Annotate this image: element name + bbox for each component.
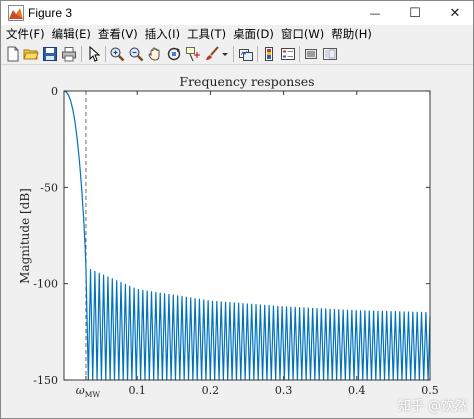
show-plot-tools-button[interactable] bbox=[321, 45, 339, 63]
watermark: 知乎 @饮然 bbox=[397, 399, 467, 414]
omega-mw-tick-label: ωMW bbox=[76, 384, 101, 399]
omega-symbol: ω bbox=[76, 384, 85, 397]
menu-desktop[interactable]: 桌面(D) bbox=[230, 26, 278, 42]
rotate-3d-icon bbox=[167, 47, 181, 61]
frequency-response-chart[interactable]: Frequency responses Magnitude [dB] 0.1 0.… bbox=[1, 66, 473, 418]
window-title: Figure 3 bbox=[28, 6, 73, 20]
close-button[interactable]: ✕ bbox=[437, 1, 473, 25]
toolbar-separator bbox=[105, 46, 106, 62]
data-cursor-icon bbox=[186, 47, 200, 62]
save-icon bbox=[43, 47, 57, 61]
pan-icon bbox=[148, 47, 160, 61]
x-tick-label: 0.3 bbox=[275, 384, 293, 397]
axes-background bbox=[64, 91, 430, 380]
print-icon bbox=[62, 47, 76, 62]
toolbar-separator bbox=[233, 46, 234, 62]
close-icon: ✕ bbox=[449, 5, 461, 21]
menu-file[interactable]: 文件(F) bbox=[3, 26, 49, 42]
title-bar[interactable]: Figure 3 — ☐ ✕ bbox=[1, 1, 473, 25]
x-tick-label: 0.1 bbox=[128, 384, 146, 397]
show-plot-tools-icon bbox=[323, 48, 337, 60]
zoom-out-button[interactable] bbox=[127, 45, 145, 63]
y-tick-label: 0 bbox=[51, 85, 58, 98]
open-file-icon bbox=[23, 49, 39, 60]
matlab-figure-icon bbox=[8, 5, 24, 21]
insert-legend-icon bbox=[281, 48, 295, 60]
insert-legend-button[interactable] bbox=[279, 45, 297, 63]
menu-insert[interactable]: 插入(I) bbox=[142, 26, 184, 42]
new-figure-button[interactable] bbox=[4, 45, 22, 63]
y-tick-label: -100 bbox=[33, 278, 58, 291]
brush-icon bbox=[206, 46, 219, 60]
brush-button[interactable] bbox=[203, 45, 221, 63]
print-button[interactable] bbox=[60, 45, 78, 63]
minimize-button[interactable]: — bbox=[357, 1, 393, 25]
insert-colorbar-icon bbox=[265, 47, 273, 61]
maximize-icon: ☐ bbox=[409, 5, 421, 21]
link-plot-icon bbox=[239, 49, 253, 61]
zoom-in-icon bbox=[110, 47, 125, 62]
save-button[interactable] bbox=[41, 45, 59, 63]
menu-tools[interactable]: 工具(T) bbox=[184, 26, 230, 42]
figure-window: Figure 3 — ☐ ✕ 文件(F) 编辑(E) 查看(V) 插入(I) 工… bbox=[0, 0, 474, 419]
menu-bar: 文件(F) 编辑(E) 查看(V) 插入(I) 工具(T) 桌面(D) 窗口(W… bbox=[1, 25, 473, 43]
omega-subscript: MW bbox=[85, 390, 101, 399]
menu-edit[interactable]: 编辑(E) bbox=[49, 26, 95, 42]
new-figure-icon bbox=[7, 46, 19, 62]
pan-button[interactable] bbox=[146, 45, 164, 63]
brush-dropdown-button[interactable] bbox=[220, 45, 230, 63]
pointer-button[interactable] bbox=[85, 45, 103, 63]
pointer-icon bbox=[89, 46, 101, 62]
figure-toolbar bbox=[1, 43, 473, 65]
x-tick-label: 0.2 bbox=[202, 384, 220, 397]
hide-plot-tools-button[interactable] bbox=[302, 45, 320, 63]
maximize-button[interactable]: ☐ bbox=[397, 1, 433, 25]
hide-plot-tools-icon bbox=[305, 49, 317, 59]
data-cursor-button[interactable] bbox=[184, 45, 202, 63]
menu-window[interactable]: 窗口(W) bbox=[278, 26, 328, 42]
y-tick-label: -150 bbox=[33, 374, 58, 387]
open-file-button[interactable] bbox=[22, 45, 40, 63]
y-axis-label: Magnitude [dB] bbox=[18, 188, 32, 284]
y-tick-label: -50 bbox=[40, 181, 58, 194]
minimize-icon: — bbox=[369, 6, 381, 20]
menu-help[interactable]: 帮助(H) bbox=[328, 26, 376, 42]
toolbar-separator bbox=[299, 46, 300, 62]
zoom-out-icon bbox=[129, 47, 144, 62]
brush-dropdown-icon bbox=[222, 53, 228, 56]
x-tick-label: 0.4 bbox=[348, 384, 366, 397]
zoom-in-button[interactable] bbox=[108, 45, 126, 63]
chart-title: Frequency responses bbox=[179, 74, 314, 89]
toolbar-separator bbox=[257, 46, 258, 62]
link-plot-button[interactable] bbox=[237, 45, 255, 63]
rotate-3d-button[interactable] bbox=[165, 45, 183, 63]
figure-canvas: Frequency responses Magnitude [dB] 0.1 0.… bbox=[1, 66, 473, 418]
insert-colorbar-button[interactable] bbox=[260, 45, 278, 63]
menu-view[interactable]: 查看(V) bbox=[95, 26, 142, 42]
toolbar-separator bbox=[81, 46, 82, 62]
